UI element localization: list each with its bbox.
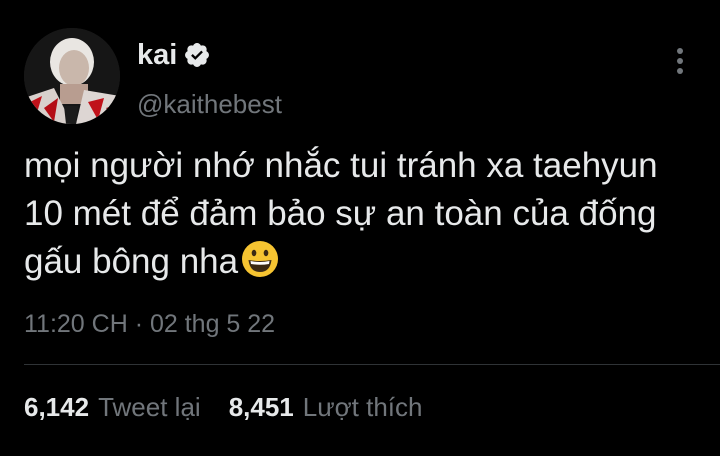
likes-stat[interactable]: 8,451 Lượt thích xyxy=(229,390,423,424)
user-info: kai @kaithebest xyxy=(137,37,282,121)
likes-label: Lượt thích xyxy=(302,392,423,422)
tweet-body: mọi người nhớ nhắc tui tránh xa taehyun … xyxy=(24,146,668,281)
tweet-card: kai @kaithebest mọi người nhớ nhắc tui t… xyxy=(0,0,720,456)
likes-count: 8,451 xyxy=(228,392,294,422)
avatar[interactable] xyxy=(24,28,120,124)
tweet-timestamp[interactable]: 11:20 CH · 02 thg 5 22 xyxy=(24,307,275,341)
retweets-stat[interactable]: 6,142 Tweet lại xyxy=(24,390,201,424)
divider xyxy=(24,364,720,365)
display-name[interactable]: kai xyxy=(137,37,177,73)
retweets-count: 6,142 xyxy=(24,392,90,422)
more-vertical-icon[interactable] xyxy=(670,44,690,78)
avatar-image xyxy=(24,28,120,124)
user-handle[interactable]: @kaithebest xyxy=(137,87,282,121)
retweets-label: Tweet lại xyxy=(98,392,201,422)
tweet-stats: 6,142 Tweet lại 8,451 Lượt thích xyxy=(24,390,451,424)
verified-badge-icon xyxy=(183,41,211,69)
tweet-text: mọi người nhớ nhắc tui tránh xa taehyun … xyxy=(24,142,664,286)
grinning-face-emoji-icon xyxy=(240,239,280,279)
name-row: kai xyxy=(137,37,282,73)
